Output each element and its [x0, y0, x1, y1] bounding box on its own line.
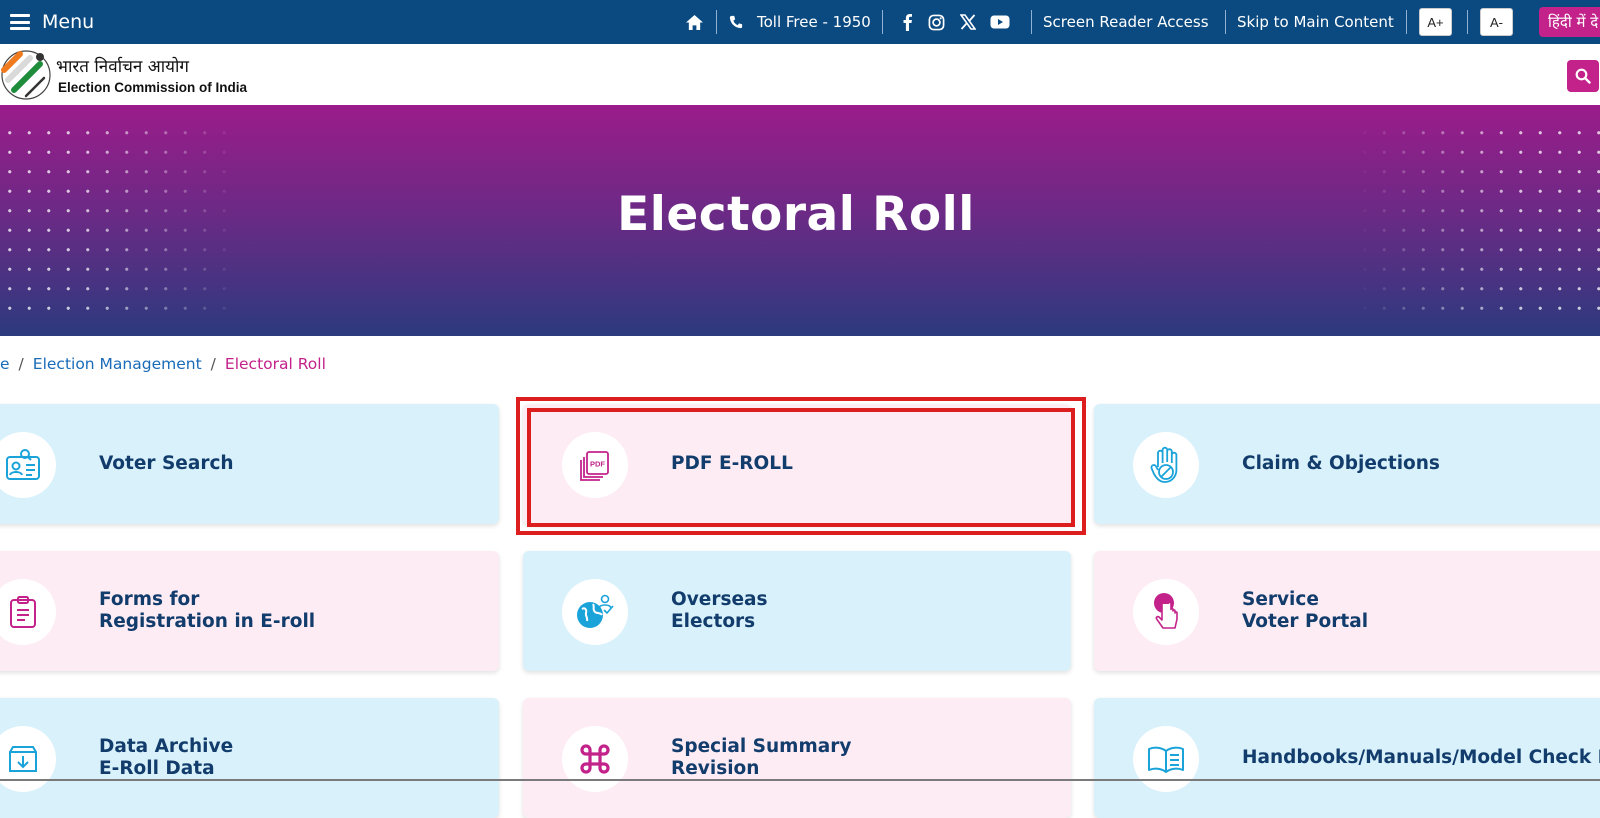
download-archive-icon — [0, 726, 56, 792]
eci-logo[interactable] — [0, 48, 52, 102]
globe-user-icon — [562, 579, 628, 645]
card-service-voter-portal[interactable]: Service Voter Portal — [1094, 551, 1600, 671]
language-toggle-button[interactable]: हिंदी में दे — [1539, 7, 1600, 37]
card-special-summary-revision[interactable]: Special Summary Revision — [523, 698, 1071, 818]
clipboard-form-icon — [0, 579, 56, 645]
card-pdf-e-roll[interactable]: PDF PDF E-ROLL — [523, 404, 1071, 524]
instagram-icon[interactable] — [925, 11, 947, 33]
card-title: Data Archive — [99, 736, 234, 757]
card-title: Overseas — [671, 589, 768, 610]
breadcrumb: e / Election Management / Electoral Roll — [0, 352, 326, 376]
breadcrumb-current-page: Electoral Roll — [224, 355, 326, 373]
card-handbooks-manuals[interactable]: Handbooks/Manuals/Model Check List — [1094, 698, 1600, 818]
card-overseas-electors[interactable]: Overseas Electors — [523, 551, 1071, 671]
card-subtitle: Revision — [671, 758, 760, 779]
page-title: Electoral Roll — [617, 187, 975, 242]
card-subtitle: Voter Portal — [1242, 611, 1369, 632]
card-title: Voter Search — [99, 453, 234, 474]
card-title: Forms for — [99, 589, 200, 610]
touch-finger-icon — [1133, 579, 1199, 645]
card-subtitle: E-Roll Data — [99, 758, 215, 779]
x-icon[interactable] — [957, 11, 979, 33]
menu-button[interactable]: Menu — [10, 0, 94, 44]
command-icon — [562, 726, 628, 792]
font-increase-button[interactable]: A+ — [1419, 8, 1452, 36]
card-title: PDF E-ROLL — [671, 453, 793, 474]
site-header: भारत निर्वाचन आयोग Election Commission o… — [0, 44, 1600, 105]
search-icon — [1575, 68, 1591, 84]
facebook-icon[interactable] — [896, 11, 918, 33]
open-book-icon — [1133, 726, 1199, 792]
page-hero-banner: Electoral Roll — [0, 105, 1600, 336]
card-subtitle: Electors — [671, 611, 756, 632]
card-subtitle: Registration in E-roll — [99, 611, 316, 632]
card-title: Claim & Objections — [1242, 453, 1440, 474]
hamburger-icon — [10, 14, 30, 30]
card-claim-objections[interactable]: Claim & Objections — [1094, 404, 1600, 524]
toll-free-number: Toll Free - 1950 — [757, 13, 871, 31]
breadcrumb-home-link[interactable]: e — [0, 355, 10, 373]
breadcrumb-election-management-link[interactable]: Election Management — [33, 355, 202, 373]
breadcrumb-separator: / — [18, 355, 24, 373]
screen-reader-access-link[interactable]: Screen Reader Access — [1043, 0, 1209, 44]
voter-id-search-icon — [0, 432, 56, 498]
menu-label: Menu — [42, 11, 95, 33]
org-name-hindi: भारत निर्वाचन आयोग — [56, 57, 189, 77]
card-title: Handbooks/Manuals/Model Check List — [1242, 747, 1600, 768]
card-title: Service — [1242, 589, 1319, 610]
youtube-icon[interactable] — [989, 11, 1011, 33]
search-button[interactable] — [1567, 60, 1599, 92]
phone-icon — [725, 11, 747, 33]
card-voter-search[interactable]: Voter Search — [0, 404, 499, 524]
breadcrumb-separator: / — [210, 355, 216, 373]
svg-text:PDF: PDF — [590, 460, 605, 469]
card-forms-registration[interactable]: Forms for Registration in E-roll — [0, 551, 499, 671]
card-data-archive[interactable]: Data Archive E-Roll Data — [0, 698, 499, 818]
font-decrease-button[interactable]: A- — [1480, 8, 1513, 36]
home-icon[interactable] — [683, 11, 705, 33]
org-name-english: Election Commission of India — [58, 80, 248, 95]
pdf-document-icon: PDF — [562, 432, 628, 498]
skip-to-main-link[interactable]: Skip to Main Content — [1237, 0, 1394, 44]
raised-hand-icon — [1133, 432, 1199, 498]
top-utility-bar: Menu Toll Free - 1950 Screen Reader Acce… — [0, 0, 1600, 44]
card-title: Special Summary — [671, 736, 852, 757]
